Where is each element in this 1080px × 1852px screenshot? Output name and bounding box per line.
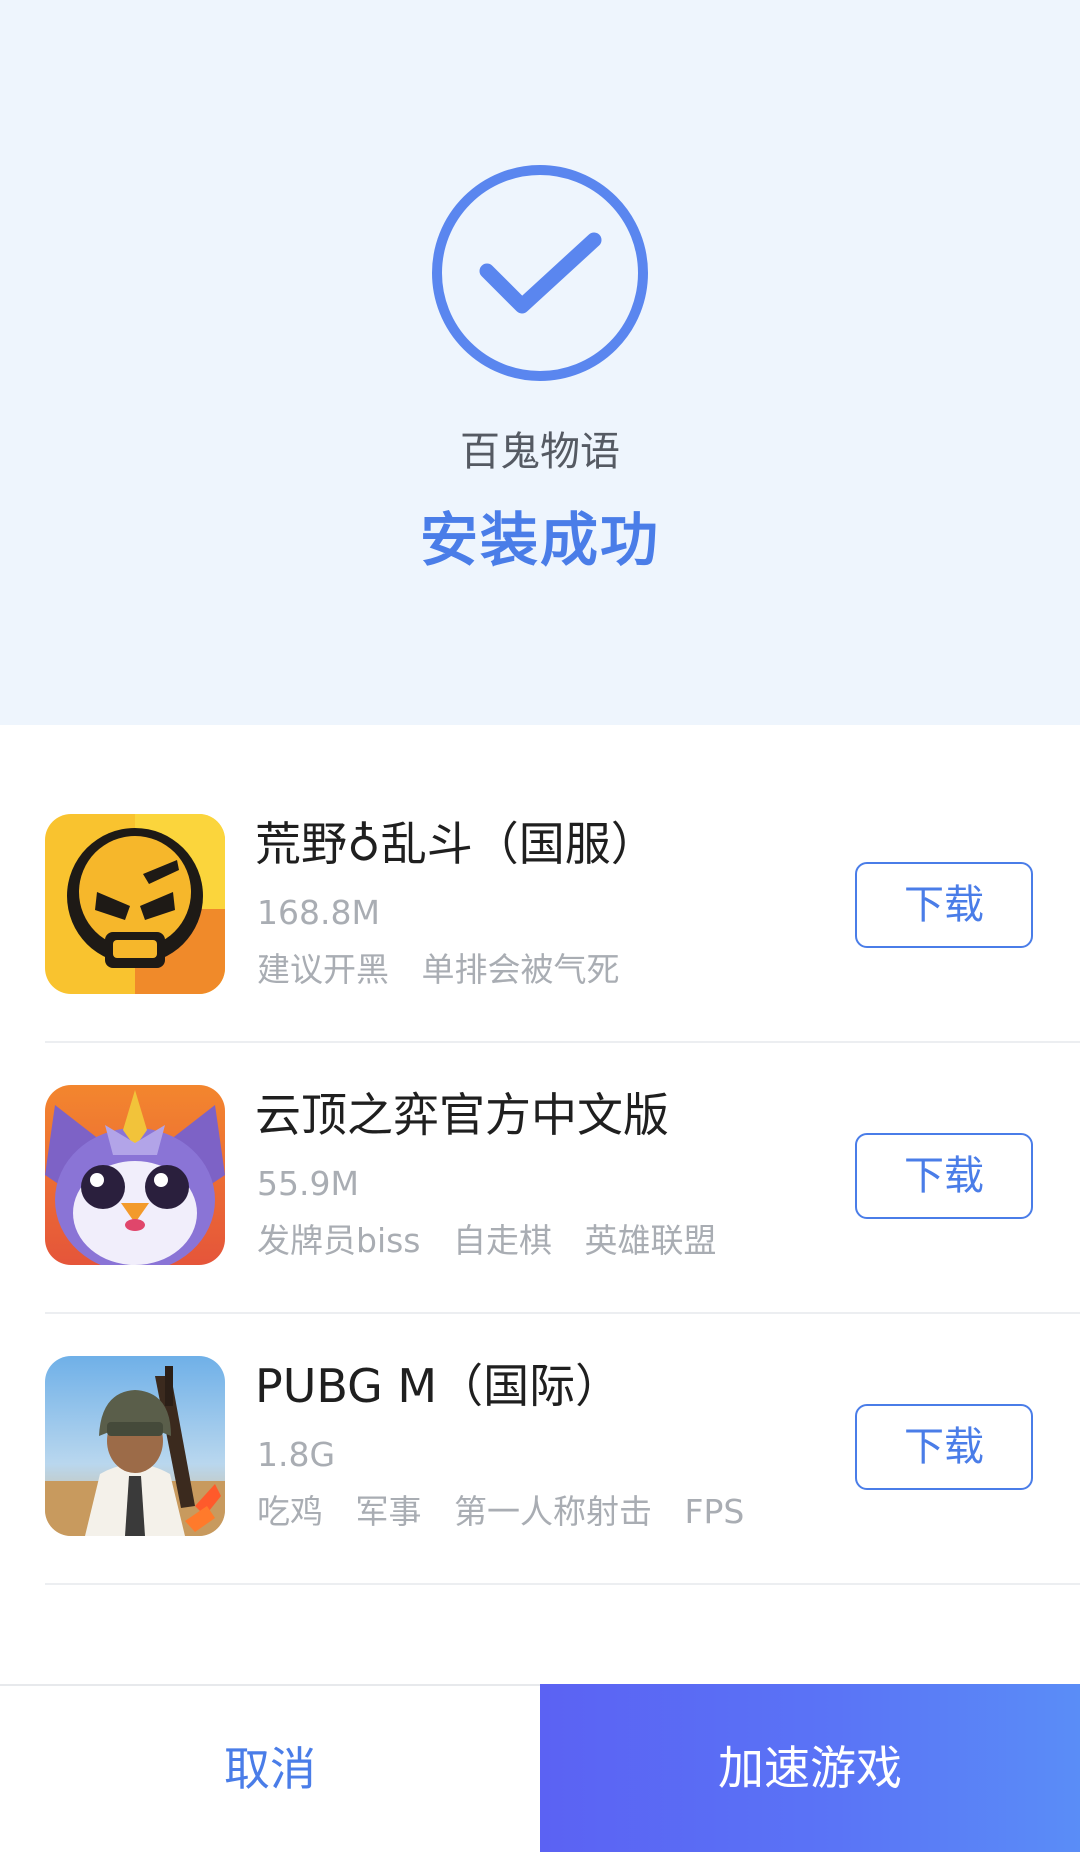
app-tag: 军事 [355, 1492, 422, 1531]
app-tag: FPS [684, 1492, 745, 1531]
app-tag: 建议开黑 [257, 950, 389, 989]
install-success-page: 百鬼物语 安装成功 荒野♁乱斗（国服） 168.8M 建议开黑 单排会被气死 下… [0, 0, 1080, 1852]
app-tags: 发牌员biss 自走棋 英雄联盟 [257, 1218, 739, 1264]
app-title: 荒野♁乱斗（国服） [255, 817, 657, 871]
download-button[interactable]: 下载 [855, 1404, 1033, 1490]
app-tags: 吃鸡 军事 第一人称射击 FPS [257, 1489, 766, 1535]
app-size: 1.8G [257, 1435, 336, 1474]
app-title: 云顶之弈官方中文版 [255, 1088, 669, 1142]
download-button[interactable]: 下载 [855, 1133, 1033, 1219]
app-title: PUBG M（国际） [255, 1359, 622, 1413]
recommended-app-list: 荒野♁乱斗（国服） 168.8M 建议开黑 单排会被气死 下载 云顶之弈官方中文… [0, 772, 1080, 1585]
cancel-button[interactable]: 取消 [0, 1686, 540, 1852]
app-tag: 英雄联盟 [584, 1221, 717, 1260]
app-tag: 吃鸡 [257, 1492, 323, 1531]
app-tags: 建议开黑 单排会被气死 [257, 947, 642, 993]
app-tag: 第一人称射击 [454, 1492, 652, 1531]
app-tag: 发牌员biss [257, 1221, 421, 1260]
list-item[interactable]: 云顶之弈官方中文版 55.9M 发牌员biss 自走棋 英雄联盟 下载 [0, 1043, 1080, 1314]
success-header: 百鬼物语 安装成功 [0, 0, 1080, 725]
accelerate-game-button[interactable]: 加速游戏 [540, 1684, 1080, 1852]
download-button[interactable]: 下载 [855, 862, 1033, 948]
install-status-title: 安装成功 [419, 506, 660, 574]
app-tag: 自走棋 [453, 1221, 553, 1260]
list-item[interactable]: PUBG M（国际） 1.8G 吃鸡 军事 第一人称射击 FPS 下载 [0, 1314, 1080, 1585]
app-tag: 单排会被气死 [421, 950, 620, 989]
list-item[interactable]: 荒野♁乱斗（国服） 168.8M 建议开黑 单排会被气死 下载 [0, 772, 1080, 1043]
app-size: 55.9M [257, 1164, 359, 1203]
tft-penguin-icon [45, 1085, 225, 1265]
app-size: 168.8M [257, 893, 380, 932]
check-circle-icon [432, 165, 648, 381]
pubg-soldier-icon [45, 1356, 225, 1536]
brawl-stars-icon [45, 814, 225, 994]
bottom-action-bar: 取消 加速游戏 [0, 1684, 1080, 1852]
divider [45, 1583, 1080, 1585]
installed-game-name: 百鬼物语 [460, 429, 620, 475]
